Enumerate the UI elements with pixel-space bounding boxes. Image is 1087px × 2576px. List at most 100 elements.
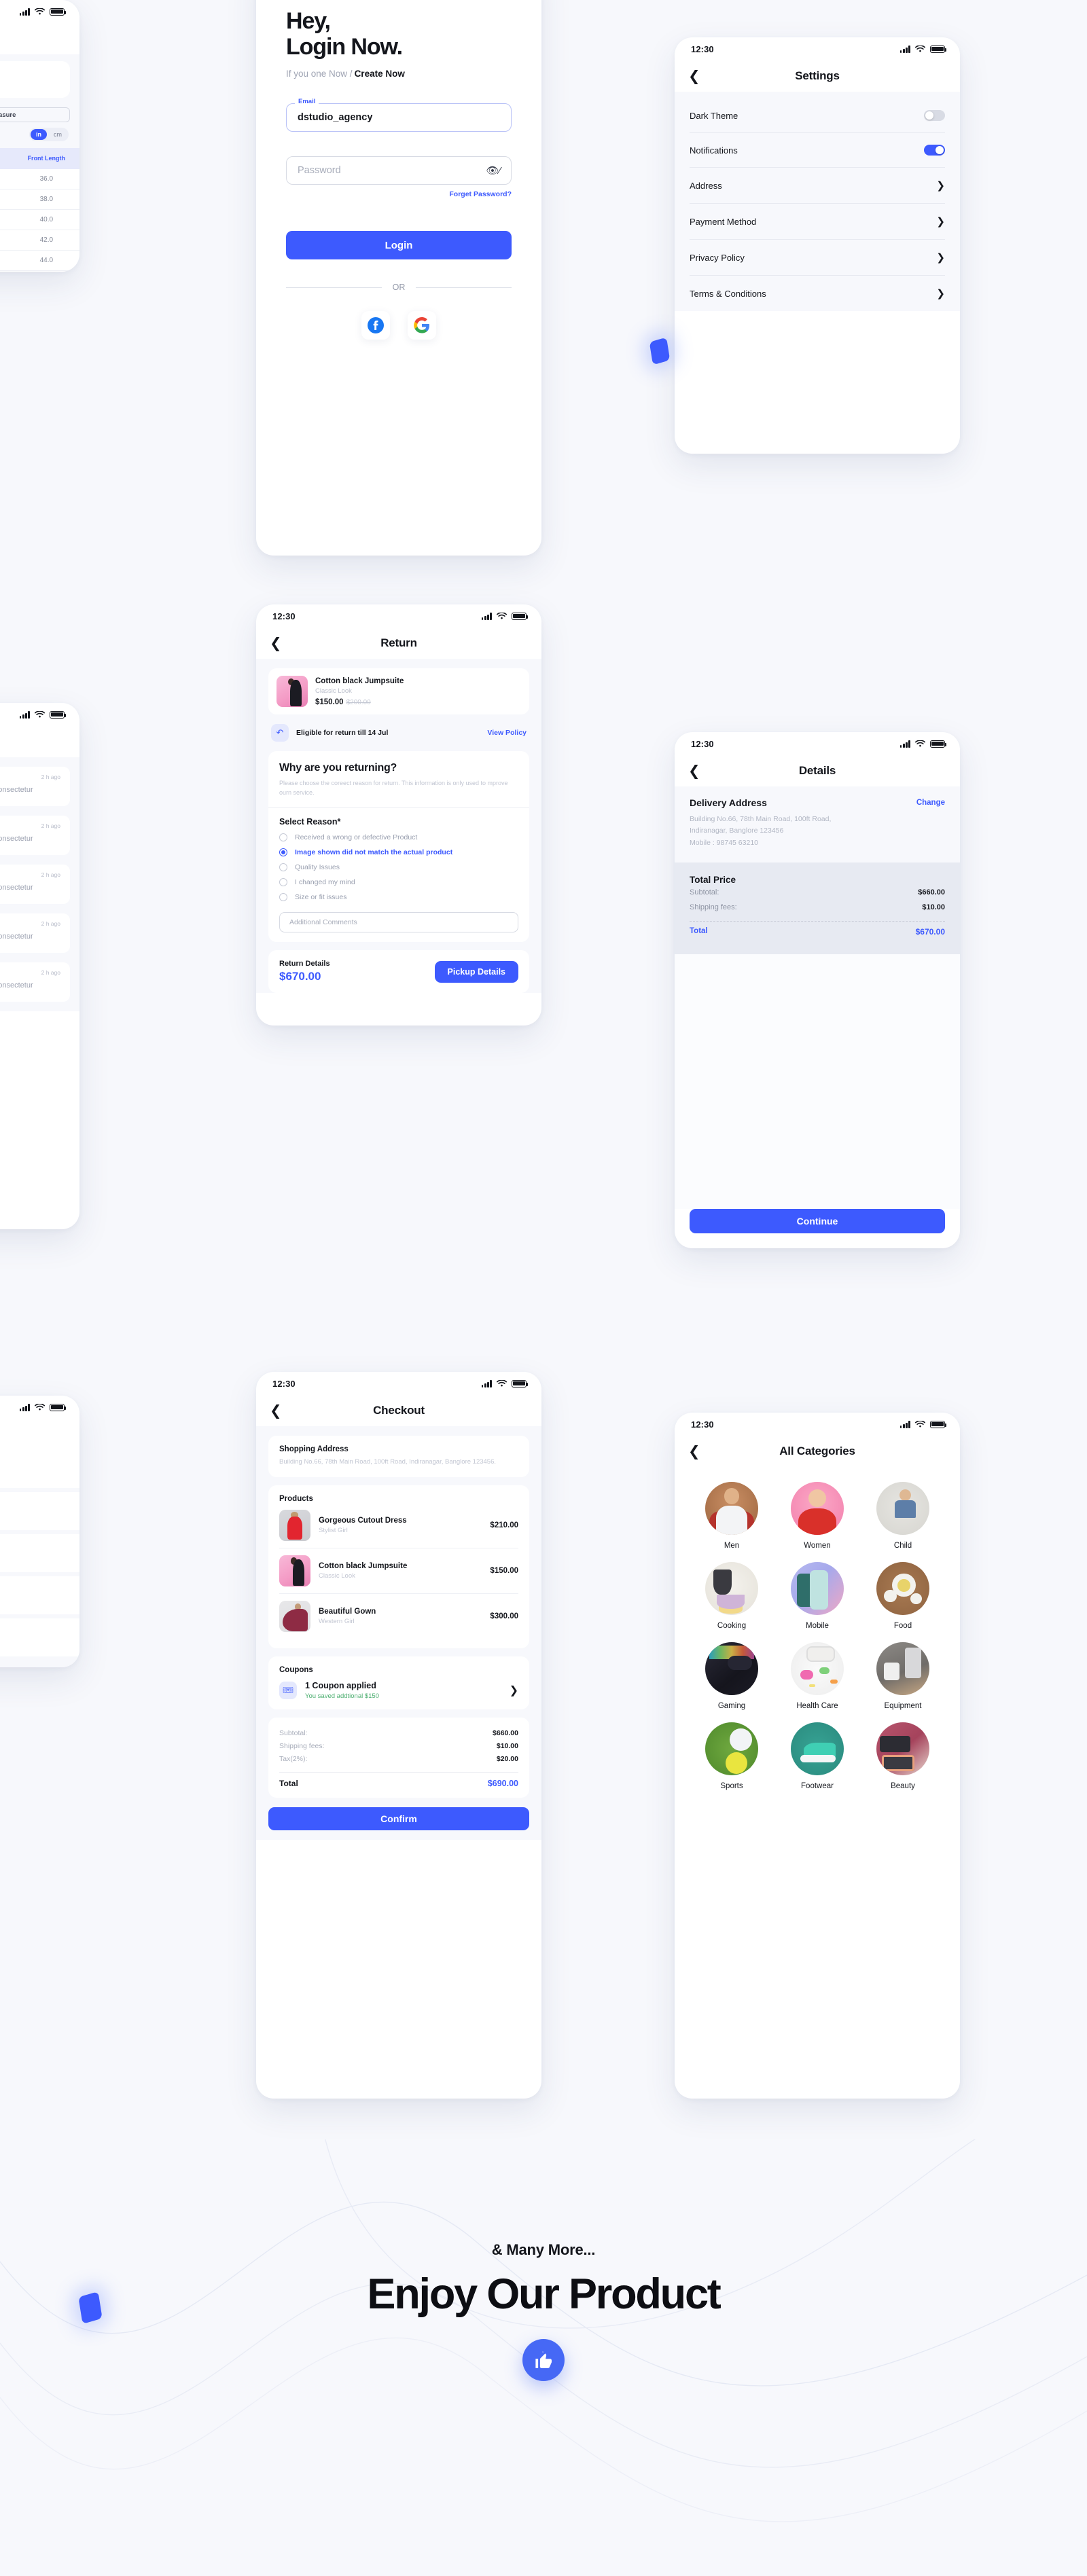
- category-item[interactable]: Gaming: [692, 1642, 771, 1710]
- create-now-link[interactable]: Create Now: [355, 69, 405, 79]
- list-item[interactable]: 2 h ago Lorem ipsum dolor sit amet, conse…: [0, 767, 70, 806]
- chevron-right-icon[interactable]: ❯: [936, 251, 945, 264]
- product-price: $210.00: [490, 1521, 518, 1529]
- chevron-right-icon[interactable]: ❯: [936, 179, 945, 192]
- additional-comments-input[interactable]: Additional Comments: [279, 912, 518, 932]
- category-item[interactable]: Beauty: [863, 1722, 942, 1790]
- wifi-icon: [497, 612, 507, 619]
- category-item[interactable]: Men: [692, 1482, 771, 1550]
- settings-row[interactable]: Terms & Conditions ❯: [690, 276, 945, 311]
- forgot-password-link[interactable]: Forget Password?: [286, 190, 512, 198]
- product-thumbnail: [277, 676, 308, 707]
- eye-off-icon[interactable]: 👁⁄: [486, 164, 501, 177]
- settings-row[interactable]: Privacy Policy ❯: [690, 240, 945, 276]
- back-icon[interactable]: ❮: [688, 1445, 703, 1459]
- category-item[interactable]: Footwear: [778, 1722, 857, 1790]
- reason-option[interactable]: Size or fit issues: [279, 893, 518, 901]
- delivery-address-text: Building No.66, 78th Main Road, 100ft Ro…: [690, 815, 832, 847]
- radio-icon[interactable]: [279, 893, 287, 901]
- category-item[interactable]: Cooking: [692, 1562, 771, 1630]
- product-subtitle: Classic Look: [315, 687, 352, 695]
- sizechart-body: Cotton black Jumpsuite $150.00 $200.00 H…: [0, 54, 79, 272]
- radio-icon[interactable]: [279, 848, 287, 856]
- confirm-button[interactable]: Confirm: [268, 1807, 529, 1830]
- list-item[interactable]: Credit / Debit Card Lorem ipsum dolor sit…: [0, 1450, 79, 1488]
- facebook-icon[interactable]: [361, 311, 390, 340]
- category-item[interactable]: Sports: [692, 1722, 771, 1790]
- wifi-icon: [915, 45, 925, 52]
- change-address-link[interactable]: Change: [916, 799, 945, 807]
- back-icon[interactable]: ❮: [270, 1404, 285, 1418]
- unit-option-in[interactable]: in: [31, 129, 47, 140]
- list-item[interactable]: 2 h ago Lorem ipsum dolor sit amet, conse…: [0, 816, 70, 855]
- screen-checkout: 12:30 ❮ Checkout Shopping Address Buildi…: [256, 1372, 541, 2099]
- table-row[interactable]: Gorgeous Cutout Dress Stylist Girl $210.00: [279, 1503, 518, 1548]
- category-item[interactable]: Health Care: [778, 1642, 857, 1710]
- category-item[interactable]: Child: [863, 1482, 942, 1550]
- reason-option[interactable]: Quality Issues: [279, 863, 518, 871]
- table-cell: 44.0: [39, 257, 54, 265]
- list-item[interactable]: Net Banking Lorem ipsum dolor: [0, 1492, 79, 1530]
- coupons-card[interactable]: Coupons 🎟 1 Coupon applied You saved add…: [268, 1656, 529, 1709]
- table-row[interactable]: Cotton black Jumpsuite Classic Look $150.0…: [279, 1548, 518, 1594]
- table-row[interactable]: Beautiful Gown Western Girl $300.00: [279, 1594, 518, 1639]
- toggle-switch[interactable]: [924, 145, 945, 156]
- email-input[interactable]: [286, 103, 512, 132]
- category-item[interactable]: Equipment: [863, 1642, 942, 1710]
- how-to-measure-button[interactable]: How to Measure: [0, 107, 70, 122]
- thumbs-up-button[interactable]: [522, 2339, 565, 2381]
- chevron-right-icon[interactable]: ❯: [936, 215, 945, 228]
- list-item[interactable]: Paytm / Mobikwik Lorem ipsum dolor sit am…: [0, 1534, 79, 1572]
- decorative-cube: [78, 2291, 103, 2324]
- settings-body: Dark Theme Notifications Address ❯ Payment M…: [675, 92, 960, 311]
- notification-list: 2 h ago Lorem ipsum dolor sit amet, conse…: [0, 757, 79, 1011]
- settings-row[interactable]: Payment Method ❯: [690, 204, 945, 240]
- price-current: $150.00: [315, 697, 344, 706]
- radio-icon[interactable]: [279, 863, 287, 871]
- radio-icon[interactable]: [279, 878, 287, 886]
- list-item[interactable]: 2 h ago Lorem ipsum dolor sit amet, conse…: [0, 962, 70, 1002]
- category-label: Mobile: [806, 1622, 829, 1630]
- category-item[interactable]: Women: [778, 1482, 857, 1550]
- list-item[interactable]: Cash on Delivery Lorem ipsum dolor sit am…: [0, 1618, 79, 1656]
- continue-button[interactable]: Continue: [690, 1209, 945, 1233]
- back-icon[interactable]: ❮: [688, 69, 703, 84]
- login-button[interactable]: Login: [286, 231, 512, 260]
- category-image: [705, 1562, 758, 1615]
- view-policy-link[interactable]: View Policy: [487, 729, 527, 737]
- battery-icon: [512, 612, 529, 620]
- reason-option[interactable]: I changed my mind: [279, 878, 518, 886]
- coupon-row[interactable]: 🎟 1 Coupon applied You saved addtional $…: [279, 1681, 518, 1700]
- pickup-details-button[interactable]: Pickup Details: [434, 960, 518, 983]
- return-details-block: Return Details $670.00: [279, 960, 330, 983]
- chevron-right-icon[interactable]: ❯: [510, 1684, 518, 1697]
- unit-option-cm[interactable]: cm: [48, 129, 67, 140]
- category-item[interactable]: Mobile: [778, 1562, 857, 1630]
- back-icon[interactable]: ❮: [270, 636, 285, 651]
- table-cell: 55.5: [0, 216, 14, 223]
- unit-toggle[interactable]: in cm: [29, 128, 69, 141]
- list-item[interactable]: 2 h ago Lorem ipsum dolor sit amet, conse…: [0, 865, 70, 904]
- google-icon[interactable]: [408, 311, 436, 340]
- back-icon[interactable]: ❮: [688, 764, 703, 778]
- settings-row[interactable]: Dark Theme: [690, 98, 945, 133]
- list-item[interactable]: Google Pay / BHIM UPI Lorem ipsum dolor s…: [0, 1576, 79, 1614]
- category-label: Health Care: [796, 1702, 838, 1710]
- payment-method-name: Paytm / Mobikwik: [0, 1544, 66, 1553]
- reason-option[interactable]: Received a wrong or defective Product: [279, 833, 518, 841]
- settings-row[interactable]: Notifications: [690, 133, 945, 168]
- reason-label: Received a wrong or defective Product: [295, 833, 418, 841]
- radio-icon[interactable]: [279, 833, 287, 841]
- toggle-switch[interactable]: [924, 110, 945, 121]
- product-info: Cotton black Jumpsuite Classic Look: [319, 1562, 482, 1580]
- category-item[interactable]: Food: [863, 1562, 942, 1630]
- chevron-right-icon[interactable]: ❯: [936, 287, 945, 300]
- table-cell: 56.5: [0, 257, 14, 264]
- reason-label: Size or fit issues: [295, 893, 347, 901]
- password-input[interactable]: [286, 156, 512, 185]
- screen-sizechart: 12:30 Sizechart Cotton black Jumpsuite $…: [0, 0, 79, 272]
- reason-option[interactable]: Image shown did not match the actual pro…: [279, 848, 518, 856]
- list-item[interactable]: 2 h ago Lorem ipsum dolor sit amet, conse…: [0, 913, 70, 953]
- settings-row[interactable]: Address ❯: [690, 168, 945, 204]
- coupon-ticket-icon: 🎟: [279, 1681, 297, 1699]
